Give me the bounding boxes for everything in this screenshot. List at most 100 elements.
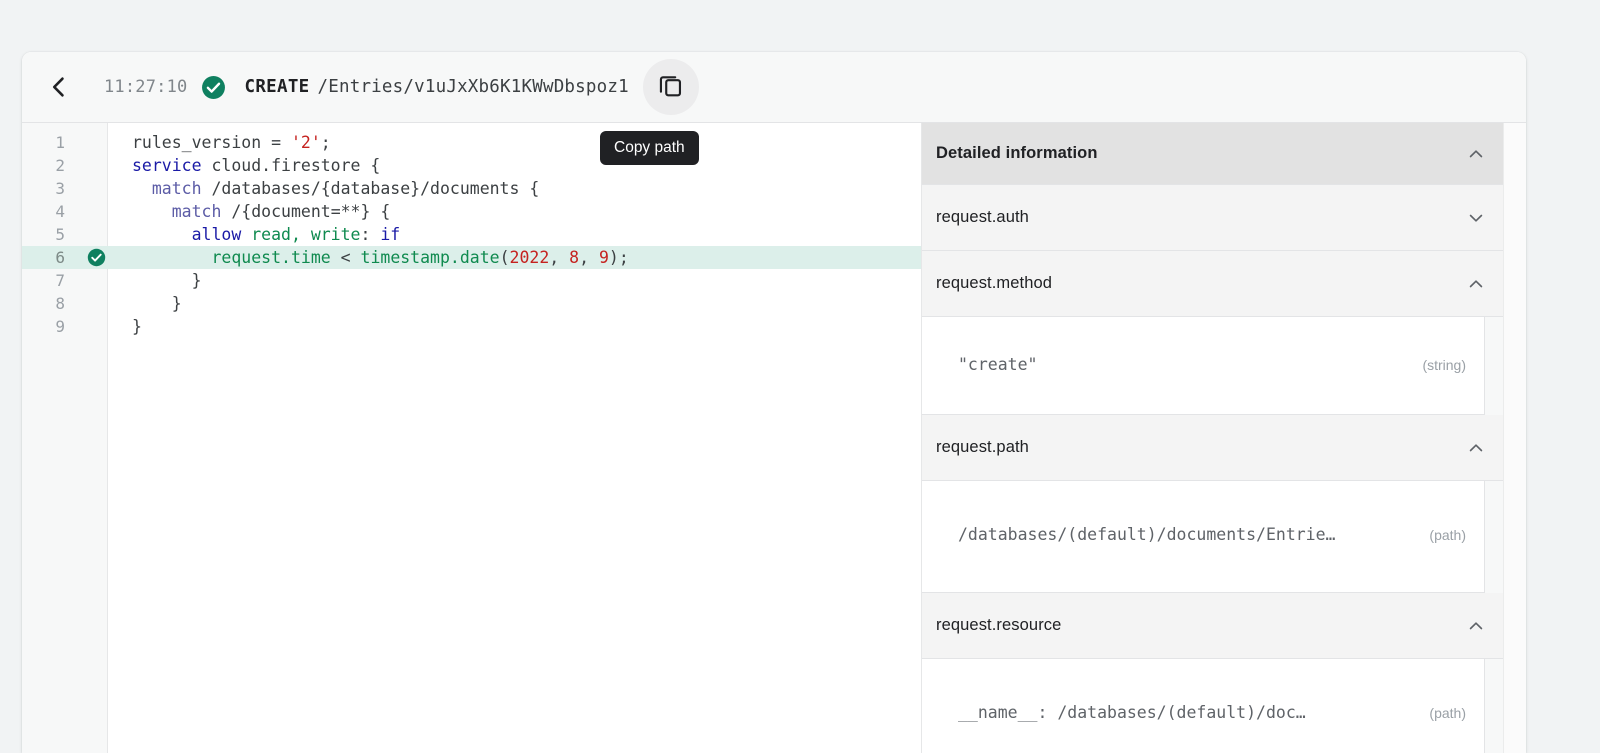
section-title: request.resource xyxy=(936,616,1061,635)
check-circle-icon xyxy=(201,75,226,100)
code-token: /databases/{database}/documents { xyxy=(202,179,540,198)
line-number: 5 xyxy=(22,223,86,246)
code-token xyxy=(132,202,172,221)
section-body-request-method: "create" (string) xyxy=(922,317,1485,415)
code-text: } xyxy=(107,292,182,315)
code-line: 7 } xyxy=(22,269,921,292)
code-text: match /{document=**} { xyxy=(107,200,390,223)
panel-sections: Detailed information request.auth reques… xyxy=(922,123,1505,753)
value-row: "create" (string) xyxy=(922,345,1484,384)
copy-path-tooltip: Copy path xyxy=(600,131,699,165)
chevron-up-icon[interactable] xyxy=(1465,143,1487,165)
editor-lines: 1 rules_version = '2'; 2 service cloud.f… xyxy=(22,123,921,338)
code-line: 1 rules_version = '2'; xyxy=(22,131,921,154)
code-text: } xyxy=(107,315,142,338)
code-token: rules_version = xyxy=(132,133,291,152)
code-token: 8 xyxy=(569,248,579,267)
code-line: 4 match /{document=**} { xyxy=(22,200,921,223)
line-number: 1 xyxy=(22,131,86,154)
section-body-request-resource: __name__: /databases/(default)/doc… (pat… xyxy=(922,659,1485,753)
code-text: match /databases/{database}/documents { xyxy=(107,177,539,200)
code-token: match xyxy=(152,179,202,198)
chevron-left-icon xyxy=(46,74,72,100)
line-number: 8 xyxy=(22,292,86,315)
value-type: (path) xyxy=(1429,527,1466,543)
copy-path-button[interactable] xyxy=(643,59,699,115)
code-text: request.time < timestamp.date(2022, 8, 9… xyxy=(107,246,629,269)
code-text: } xyxy=(107,269,202,292)
section-title: request.path xyxy=(936,438,1029,457)
section-title: Detailed information xyxy=(936,144,1098,163)
code-token: : xyxy=(361,225,381,244)
panel-scrollbar-thumb[interactable] xyxy=(1512,123,1522,423)
section-header-request-auth[interactable]: request.auth xyxy=(922,185,1505,251)
code-token: '2' xyxy=(291,133,321,152)
request-method-label: CREATE xyxy=(244,77,309,97)
code-token: 9 xyxy=(599,248,609,267)
section-header-request-resource[interactable]: request.resource xyxy=(922,593,1505,659)
line-number: 9 xyxy=(22,315,86,338)
code-token: request.time xyxy=(211,248,330,267)
code-text: rules_version = '2'; xyxy=(107,131,331,154)
code-token: < xyxy=(331,248,361,267)
chevron-up-icon[interactable] xyxy=(1465,437,1487,459)
line-number: 2 xyxy=(22,154,86,177)
code-token: ; xyxy=(321,133,331,152)
value-text: "create" xyxy=(958,355,1418,374)
code-line: 8 } xyxy=(22,292,921,315)
line-number: 7 xyxy=(22,269,86,292)
section-title: request.method xyxy=(936,274,1052,293)
line-number: 3 xyxy=(22,177,86,200)
code-line: 3 match /databases/{database}/documents … xyxy=(22,177,921,200)
code-line: 5 allow read, write: if xyxy=(22,223,921,246)
value-row: /databases/(default)/documents/Entrie… (… xyxy=(922,515,1484,554)
chevron-down-icon[interactable] xyxy=(1465,207,1487,229)
rules-code-editor[interactable]: 1 rules_version = '2'; 2 service cloud.f… xyxy=(22,123,922,753)
code-token: if xyxy=(380,225,400,244)
code-token: /{document=**} { xyxy=(221,202,390,221)
code-text: service cloud.firestore { xyxy=(107,154,380,177)
section-header-request-path[interactable]: request.path xyxy=(922,415,1505,481)
chevron-up-icon[interactable] xyxy=(1465,615,1487,637)
section-title: request.auth xyxy=(936,208,1029,227)
request-header: 11:27:10 CREATE /Entries/v1uJxXb6K1KWwDb… xyxy=(22,52,1526,123)
section-header-request-method[interactable]: request.method xyxy=(922,251,1505,317)
code-token: match xyxy=(172,202,222,221)
panel-scrollbar[interactable] xyxy=(1503,123,1526,753)
code-line: 9 } xyxy=(22,315,921,338)
request-detail-card: 11:27:10 CREATE /Entries/v1uJxXb6K1KWwDb… xyxy=(22,52,1526,753)
code-token xyxy=(132,248,211,267)
code-token: read, write xyxy=(241,225,360,244)
section-header-detailed-information[interactable]: Detailed information xyxy=(922,123,1505,185)
value-type: (path) xyxy=(1429,705,1466,721)
request-timestamp: 11:27:10 xyxy=(104,77,187,97)
code-token: allow xyxy=(192,225,242,244)
detailed-information-panel: Detailed information request.auth reques… xyxy=(922,123,1526,753)
code-token: , xyxy=(549,248,569,267)
code-token: , xyxy=(579,248,599,267)
chevron-up-icon[interactable] xyxy=(1465,273,1487,295)
code-token: cloud.firestore { xyxy=(202,156,381,175)
code-token: timestamp.date xyxy=(361,248,500,267)
value-type: (string) xyxy=(1422,357,1466,373)
detail-body: 1 rules_version = '2'; 2 service cloud.f… xyxy=(22,123,1526,753)
value-text: /databases/(default)/documents/Entrie… xyxy=(958,525,1425,544)
code-text: allow read, write: if xyxy=(107,223,400,246)
code-line-highlighted: 6 request.time < timestamp.date(2022, 8,… xyxy=(22,246,921,269)
line-number: 4 xyxy=(22,200,86,223)
code-token: ); xyxy=(609,248,629,267)
code-token xyxy=(132,225,192,244)
section-body-request-path: /databases/(default)/documents/Entrie… (… xyxy=(922,481,1485,593)
back-button[interactable] xyxy=(36,64,82,110)
code-token: service xyxy=(132,156,202,175)
line-number: 6 xyxy=(22,246,86,269)
copy-icon xyxy=(657,71,684,103)
value-row: __name__: /databases/(default)/doc… (pat… xyxy=(922,693,1484,732)
code-token: ( xyxy=(500,248,510,267)
check-circle-icon xyxy=(86,248,107,267)
value-text: __name__: /databases/(default)/doc… xyxy=(958,703,1425,722)
code-token xyxy=(132,179,152,198)
code-line: 2 service cloud.firestore { xyxy=(22,154,921,177)
code-token: 2022 xyxy=(510,248,550,267)
request-path-label: /Entries/v1uJxXb6K1KWwDbspoz1 xyxy=(318,77,629,97)
